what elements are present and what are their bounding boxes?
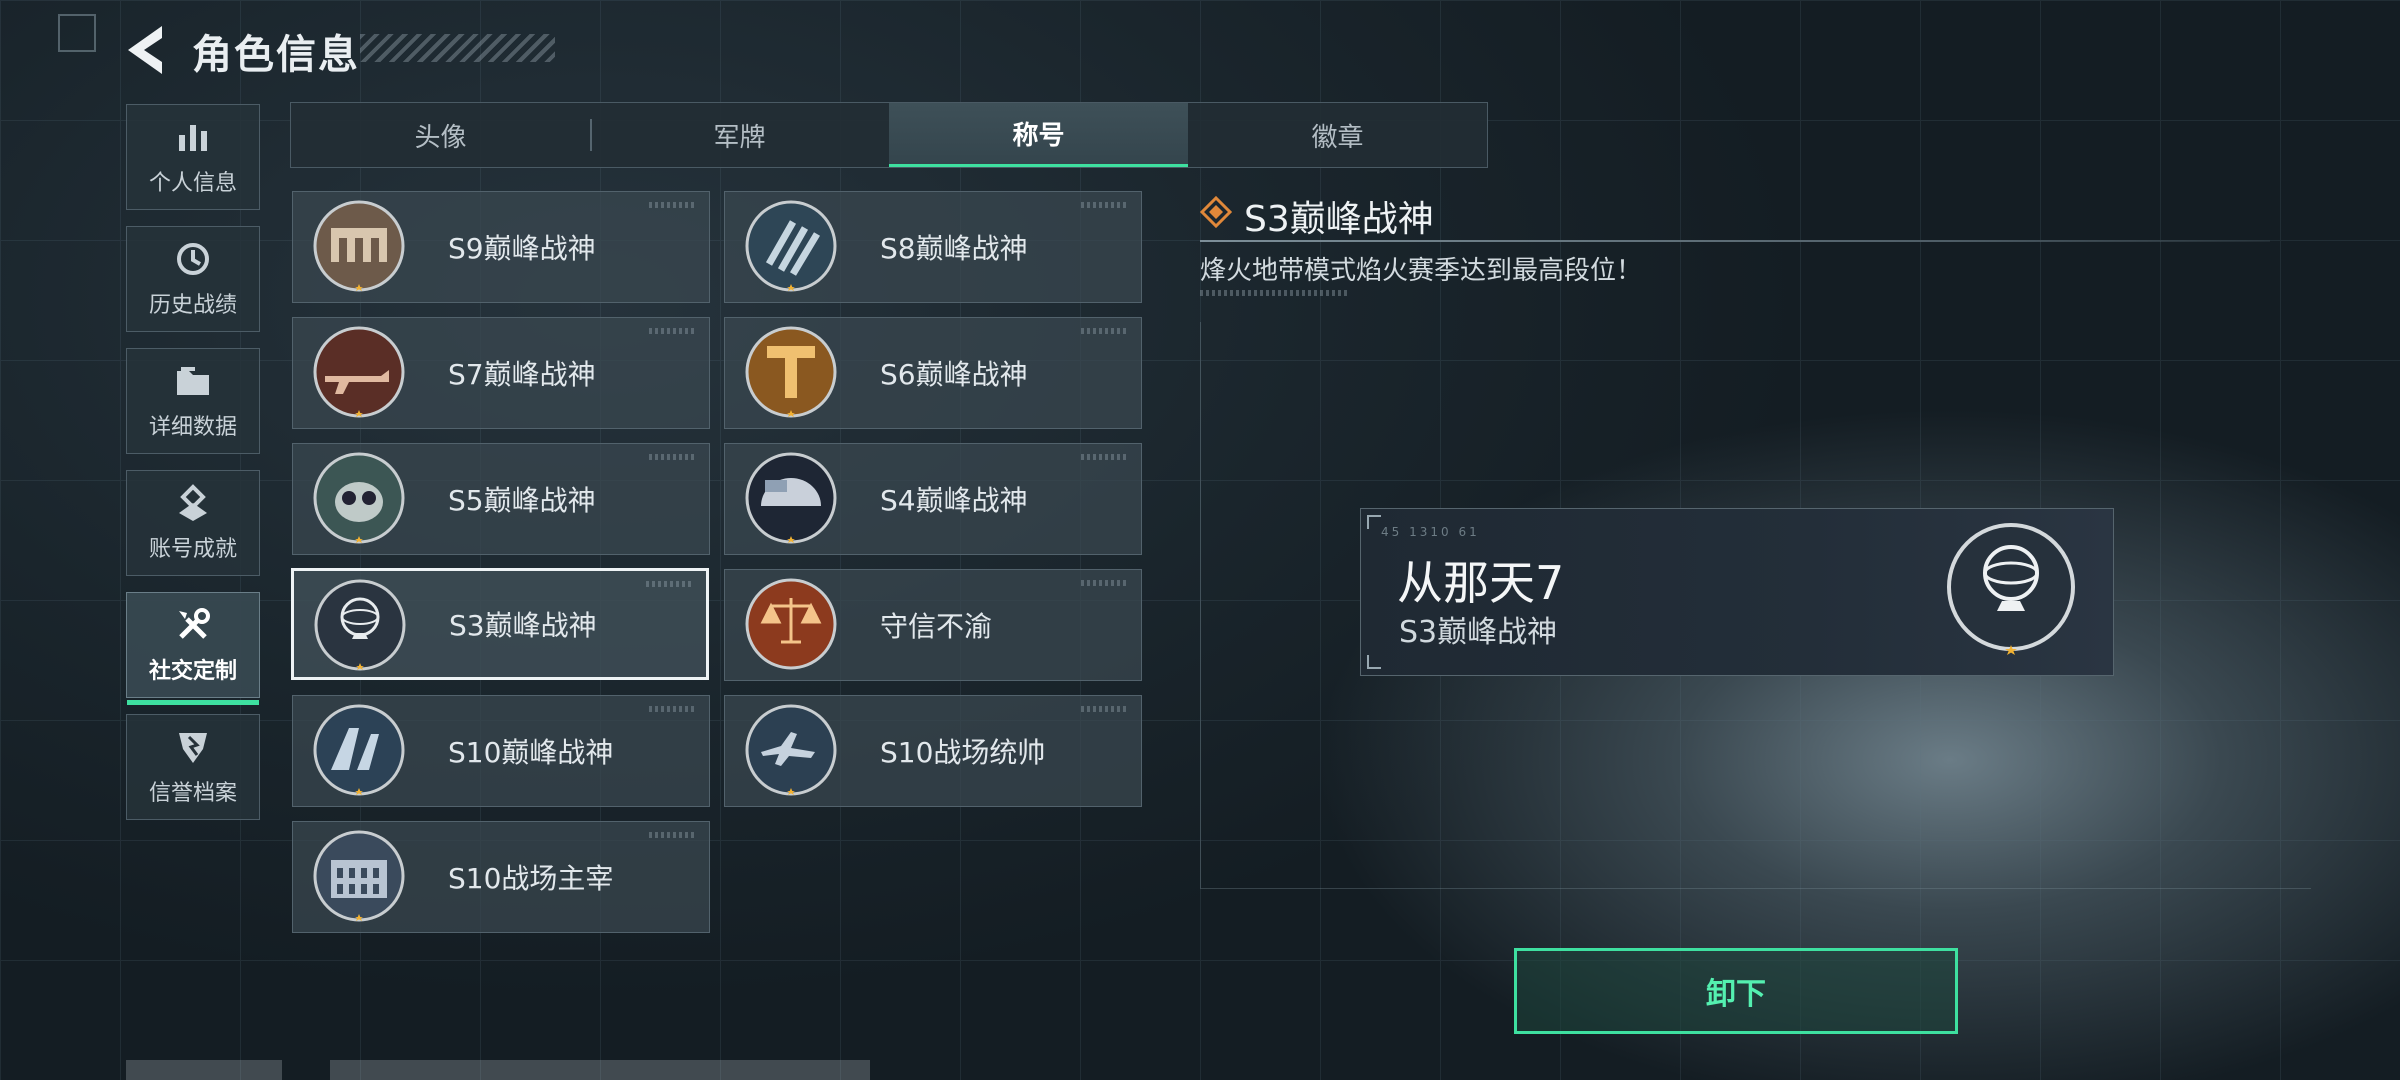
sidebar-item-label: 详细数据 (148, 415, 237, 440)
selected-title-description: 烽火地带模式焰火赛季达到最高段位！ (1200, 256, 1643, 286)
title-card[interactable]: S10战场统帅 (724, 695, 1142, 807)
bridge-emblem-icon (313, 704, 405, 796)
title-card[interactable]: S3巅峰战神 (291, 568, 709, 680)
page-title: 角色信息 (192, 32, 360, 78)
sidebar-item-label: 个人信息 (148, 171, 237, 196)
title-name: S4巅峰战神 (880, 484, 1028, 517)
title-name: S10战场统帅 (880, 736, 1046, 769)
scales-emblem-icon (745, 578, 837, 670)
aircraft-emblem-icon (745, 704, 837, 796)
card-decoration (649, 706, 695, 712)
card-decoration (1081, 580, 1127, 586)
selected-title-heading: S3巅峰战神 (1244, 199, 1434, 240)
credit-shield-icon (179, 733, 207, 763)
card-decoration (646, 581, 692, 587)
title-card[interactable]: S8巅峰战神 (724, 191, 1142, 303)
stripes-emblem-icon (745, 200, 837, 292)
title-name: S6巅峰战神 (880, 358, 1028, 391)
folder-icon (177, 367, 209, 395)
title-name: S5巅峰战神 (448, 484, 596, 517)
sidebar-item-history[interactable]: 历史战绩 (126, 226, 260, 332)
card-decoration (1081, 454, 1127, 460)
title-card[interactable]: S10战场主宰 (292, 821, 710, 933)
tab-title[interactable]: 称号 (889, 103, 1188, 167)
title-name: S10巅峰战神 (448, 736, 614, 769)
sidebar-item-label: 历史战绩 (148, 293, 237, 318)
card-decoration (649, 832, 695, 838)
title-name: S8巅峰战神 (880, 232, 1028, 265)
title-name: S7巅峰战神 (448, 358, 596, 391)
description-decoration (1200, 290, 1350, 296)
sidebar-item-label: 社交定制 (148, 659, 237, 684)
title-name: 守信不渝 (880, 610, 993, 643)
sidebar-item-achievements[interactable]: 账号成就 (126, 470, 260, 576)
card-decoration (1081, 202, 1127, 208)
card-decoration (649, 328, 695, 334)
rifle-emblem-icon (313, 326, 405, 418)
tools-icon (179, 608, 210, 639)
tshield-emblem-icon (745, 326, 837, 418)
title-name: S3巅峰战神 (449, 609, 597, 642)
sidebar-item-label: 账号成就 (148, 537, 237, 562)
sidebar-item-personal-info[interactable]: 个人信息 (126, 104, 260, 210)
nameplate-preview: 45 1310 61 从那天7 S3巅峰战神 (1360, 508, 2114, 676)
tab-badge[interactable]: 徽章 (1188, 103, 1487, 167)
colosseum-emblem-icon (313, 830, 405, 922)
tab-avatar[interactable]: 头像 (291, 103, 590, 167)
sidebar-item-social-custom[interactable]: 社交定制 (126, 592, 260, 705)
tab-dogtag[interactable]: 军牌 (590, 103, 889, 167)
card-decoration (1081, 328, 1127, 334)
title-card[interactable]: S7巅峰战神 (292, 317, 710, 429)
card-decoration (649, 202, 695, 208)
title-name: S9巅峰战神 (448, 232, 596, 265)
fortress-emblem-icon (313, 200, 405, 292)
footer-blurred-text (126, 1060, 282, 1080)
title-decoration (360, 34, 555, 62)
title-card[interactable]: S4巅峰战神 (724, 443, 1142, 555)
footer-blurred-text (330, 1060, 870, 1080)
nameplate-tag: 45 1310 61 (1381, 525, 1480, 539)
divider (1200, 240, 2270, 242)
title-name: S10战场主宰 (448, 862, 614, 895)
title-card[interactable]: S5巅峰战神 (292, 443, 710, 555)
globe-emblem-icon (314, 579, 406, 671)
achievement-icon (179, 484, 207, 521)
helmet-emblem-icon (745, 452, 837, 544)
sidebar-item-label: 信誉档案 (148, 781, 237, 806)
player-name: 从那天7 (1397, 556, 1565, 610)
diamond-icon (1200, 196, 1232, 228)
title-card[interactable]: S6巅峰战神 (724, 317, 1142, 429)
globe-emblem-icon (1947, 523, 2075, 655)
back-arrow-icon[interactable] (122, 22, 172, 78)
gasmask-emblem-icon (313, 452, 405, 544)
title-card[interactable]: S10巅峰战神 (292, 695, 710, 807)
nameplate-title: S3巅峰战神 (1399, 615, 1558, 650)
card-decoration (649, 454, 695, 460)
tab-bar: 头像 军牌 称号 徽章 (290, 102, 1488, 168)
bar-chart-icon (179, 125, 207, 151)
corner-bracket (1367, 655, 1381, 669)
title-card[interactable]: 守信不渝 (724, 569, 1142, 681)
corner-bracket (1367, 515, 1381, 529)
unequip-button[interactable]: 卸下 (1514, 948, 1958, 1034)
sidebar-item-detailed-data[interactable]: 详细数据 (126, 348, 260, 454)
history-icon (177, 243, 209, 275)
corner-decoration (58, 14, 96, 52)
card-decoration (1081, 706, 1127, 712)
sidebar-item-credit-record[interactable]: 信誉档案 (126, 714, 260, 820)
title-card[interactable]: S9巅峰战神 (292, 191, 710, 303)
